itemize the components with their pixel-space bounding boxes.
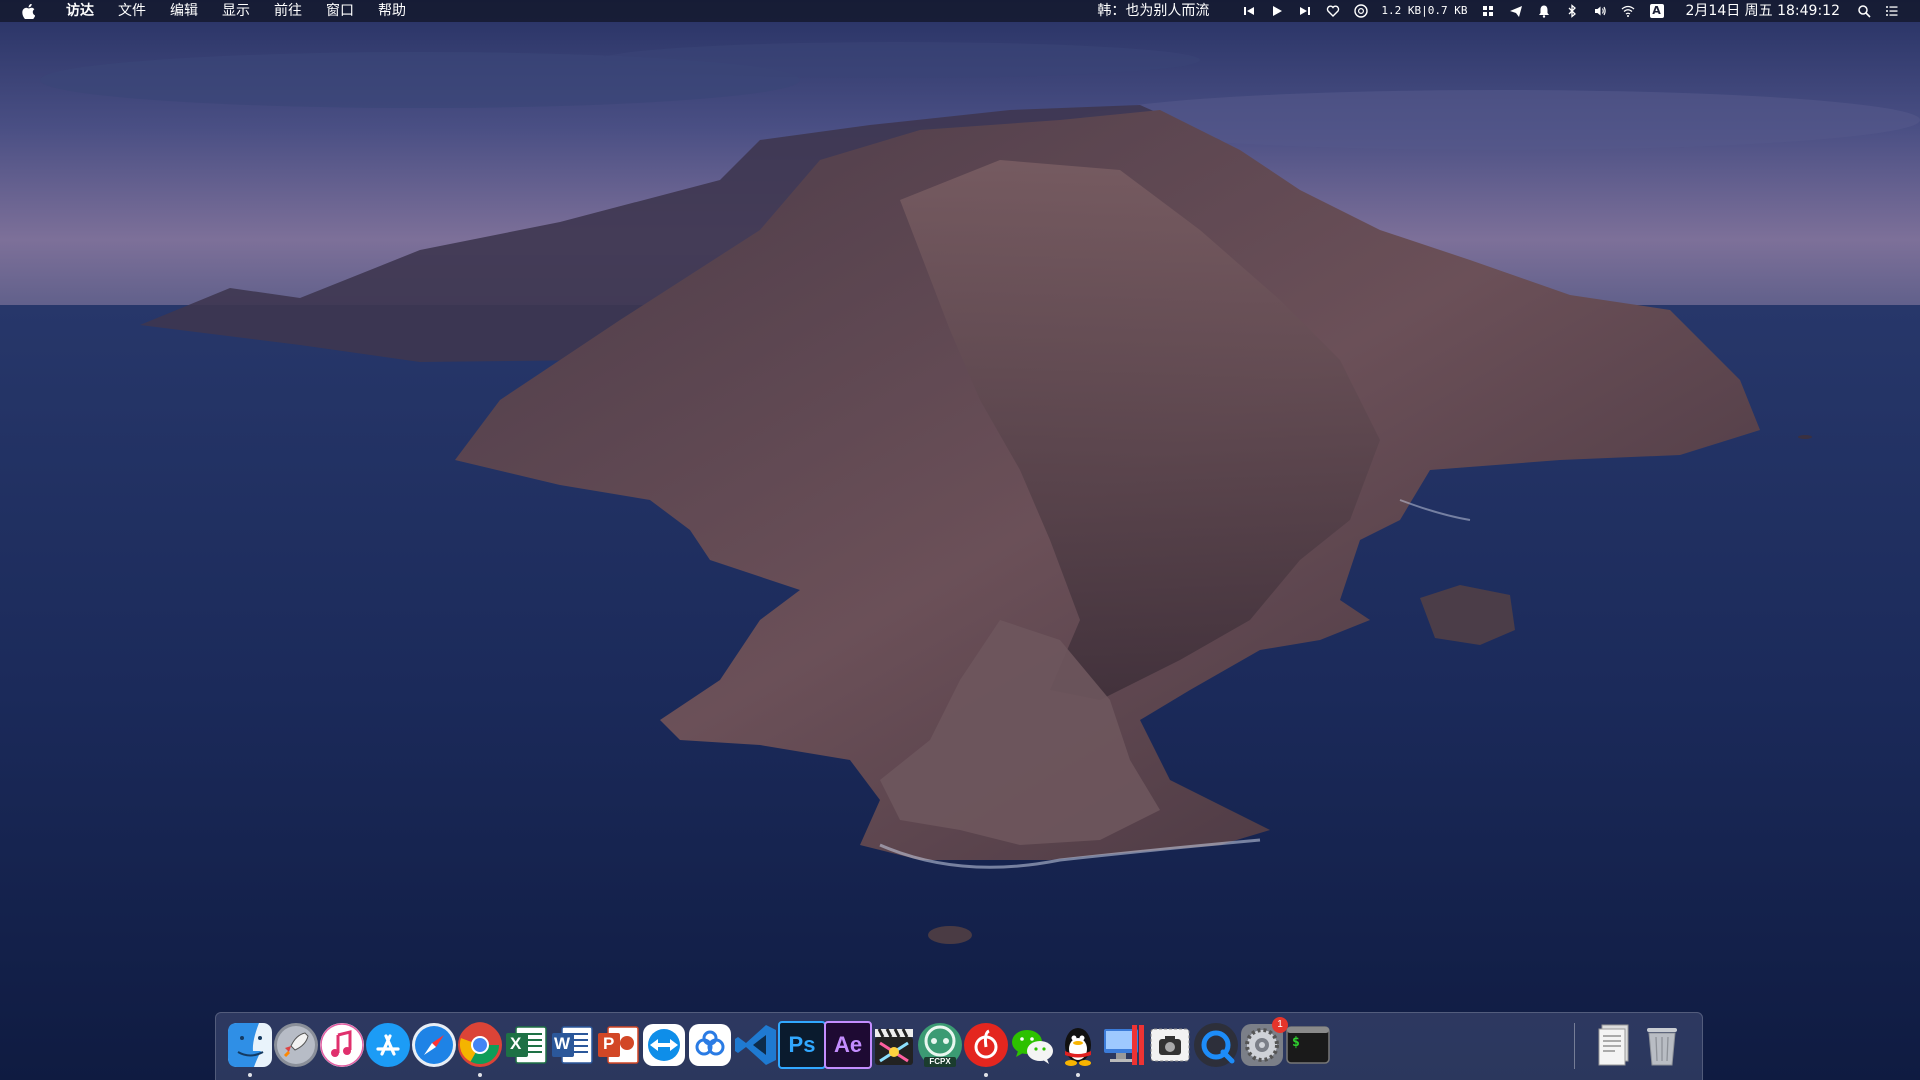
menu-bar-left: 访达 文件 编辑 显示 前往 窗口 帮助 [0,0,418,22]
terminal-icon[interactable]: $ [1284,1021,1332,1069]
menu-window[interactable]: 窗口 [314,0,366,22]
heart-icon[interactable] [1325,3,1341,19]
after-effects-icon[interactable]: Ae [824,1021,872,1069]
menu-bar: 访达 文件 编辑 显示 前往 窗口 帮助 韩：也为别人而流 1.2 KB|0.7… [0,0,1920,22]
word-label: W [554,1034,571,1053]
documents-stack-icon[interactable] [1590,1021,1638,1069]
clock[interactable]: 2月14日 周五 18:49:12 [1686,0,1841,22]
notification-bell-icon[interactable] [1536,3,1552,19]
fcpx-toolbox-icon[interactable]: FCPX [916,1021,964,1069]
chrome-running-indicator [478,1073,482,1077]
teamviewer-icon[interactable] [640,1021,688,1069]
excel-icon[interactable]: X [502,1021,550,1069]
photoshop-label: Ps [788,1032,816,1057]
spotlight-search-icon[interactable] [1856,3,1872,19]
safari-compass-icon[interactable] [410,1021,458,1069]
chrome-icon[interactable] [456,1021,504,1077]
terminal-prompt-label: $ [1292,1035,1300,1050]
netease-running-indicator [984,1073,988,1077]
word-icon[interactable]: W [548,1021,596,1069]
app-store-icon[interactable] [364,1021,412,1069]
next-track-icon[interactable] [1297,3,1313,19]
menu-edit[interactable]: 编辑 [158,0,210,22]
menu-view[interactable]: 显示 [210,0,262,22]
play-icon[interactable] [1269,3,1285,19]
system-preferences-gear-icon[interactable]: 1 [1238,1017,1288,1069]
wifi-icon[interactable] [1620,3,1636,19]
powerpoint-icon[interactable]: P [594,1021,642,1069]
menu-finder[interactable]: 访达 [54,0,106,22]
input-method-icon[interactable]: A [1649,4,1664,18]
bluetooth-icon[interactable] [1564,3,1580,19]
network-speed-monitor[interactable]: 1.2 KB|0.7 KB [1381,0,1467,22]
trash-icon[interactable] [1638,1021,1686,1069]
finder-running-indicator [248,1073,252,1077]
dock-separator [1574,1023,1575,1069]
previous-track-icon[interactable] [1241,3,1257,19]
send-icon[interactable] [1508,3,1524,19]
powerpoint-label: P [603,1034,615,1053]
menu-file[interactable]: 文件 [106,0,158,22]
qq-penguin-icon[interactable] [1054,1021,1102,1077]
netease-music-icon[interactable] [1353,3,1369,19]
dock: X W P Ps Ae FCPX 1 $ [215,1012,1703,1080]
after-effects-label: Ae [833,1032,863,1057]
menu-go[interactable]: 前往 [262,0,314,22]
quicktime-icon[interactable] [1192,1021,1240,1069]
now-playing-title[interactable]: 韩：也为别人而流 [1097,0,1209,22]
menu-bar-status-area: 韩：也为别人而流 1.2 KB|0.7 KB A 2月14日 周五 18:49:… [1087,0,1920,22]
finder-icon[interactable] [226,1021,274,1077]
vscode-icon[interactable] [732,1021,780,1069]
baidu-netdisk-icon[interactable] [686,1021,734,1069]
notification-center-icon[interactable] [1884,3,1900,19]
final-cut-pro-icon[interactable] [870,1021,918,1069]
wallpaper-catalina [0,0,1920,1080]
volume-icon[interactable] [1592,3,1608,19]
photoshop-icon[interactable]: Ps [778,1021,826,1069]
qq-running-indicator [1076,1073,1080,1077]
netease-cloud-music-icon[interactable] [962,1021,1010,1077]
itunes-music-icon[interactable] [318,1021,366,1069]
screenshot-camera-icon[interactable] [1146,1021,1194,1069]
wechat-icon[interactable] [1008,1021,1056,1069]
launchpad-rocket-icon[interactable] [272,1021,320,1069]
menu-help[interactable]: 帮助 [366,0,418,22]
excel-label: X [510,1034,522,1053]
fcpx-label: FCPX [929,1057,951,1066]
grid-app-icon[interactable] [1480,3,1496,19]
apple-menu-icon[interactable] [18,3,38,19]
parallels-icon[interactable] [1100,1021,1148,1069]
desktop[interactable]: 访达 文件 编辑 显示 前往 窗口 帮助 韩：也为别人而流 1.2 KB|0.7… [0,0,1920,1080]
